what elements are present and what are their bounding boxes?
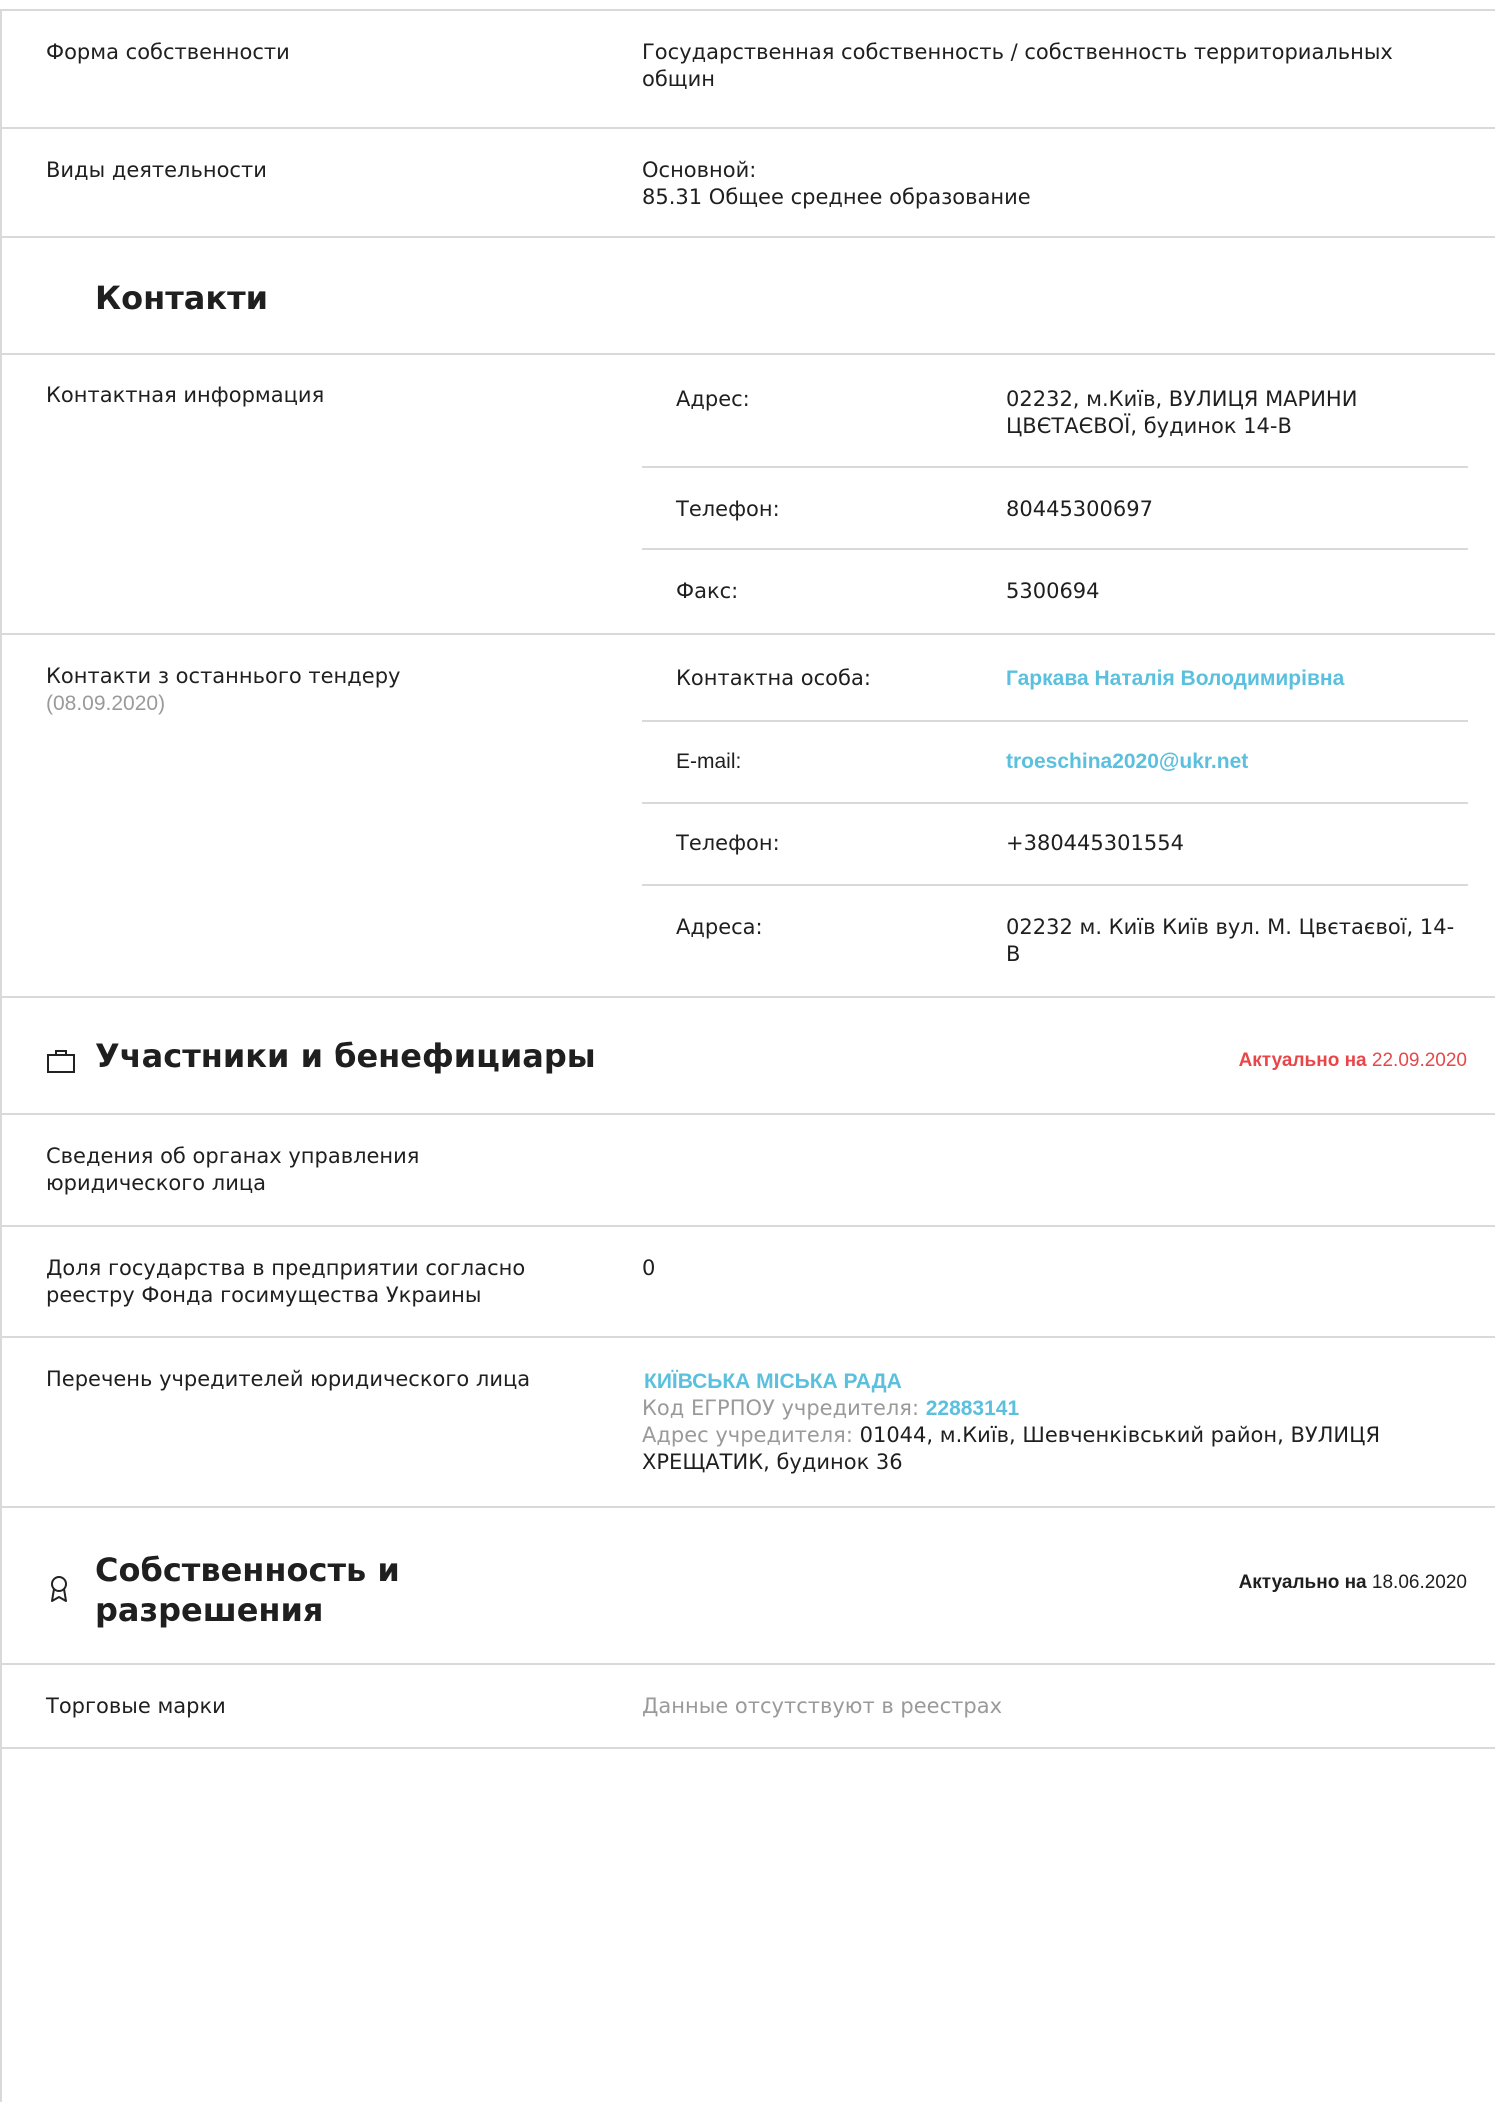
fax-label: Факс: xyxy=(676,579,739,603)
tender-address-value: 02232 м. Київ Київ вул. М. Цвєтаєвої, 14… xyxy=(1006,915,1455,966)
divider xyxy=(642,802,1468,804)
tender-address-label: Адреса: xyxy=(676,915,763,939)
participants-title: Участники и бенефициары xyxy=(95,1037,596,1075)
divider xyxy=(642,466,1468,468)
address-label: Адрес: xyxy=(676,387,750,411)
award-icon xyxy=(46,1574,72,1608)
founder-code-line: Код ЕГРПОУ учредителя: 22883141 xyxy=(642,1395,1019,1422)
property-section-header: Собственность и разрешения Актуально на … xyxy=(2,1508,1495,1665)
ownership-row: Форма собственности Государственная собс… xyxy=(2,9,1495,129)
actual-date: 18.06.2020 xyxy=(1371,1572,1467,1593)
email-label: E-mail: xyxy=(676,750,742,773)
tender-phone-label: Телефон: xyxy=(676,831,780,855)
founder-name-link[interactable]: КИЇВСЬКА МІСЬКА РАДА xyxy=(644,1368,902,1395)
briefcase-icon xyxy=(46,1048,76,1078)
participants-actual: Актуально на 22.09.2020 xyxy=(1239,1050,1467,1072)
founder-address-label: Адрес учредителя: xyxy=(642,1423,853,1447)
contact-info-label: Контактная информация xyxy=(46,383,325,407)
activities-value: 85.31 Общее среднее образование xyxy=(642,185,1031,209)
property-title: Собственность и разрешения xyxy=(95,1551,400,1629)
contact-info-row: Контактная информация Адрес: 02232, м.Ки… xyxy=(2,355,1495,635)
fax-value: 5300694 xyxy=(1006,579,1100,603)
ownership-label: Форма собственности xyxy=(46,40,290,64)
tender-date: (08.09.2020) xyxy=(46,692,166,715)
founders-row: Перечень учредителей юридического лица К… xyxy=(2,1338,1495,1508)
divider xyxy=(642,884,1468,886)
divider xyxy=(642,548,1468,550)
email-link[interactable]: troeschina2020@ukr.net xyxy=(1006,748,1248,775)
ownership-value: Государственная собственность / собствен… xyxy=(642,40,1393,91)
property-actual: Актуально на 18.06.2020 xyxy=(1239,1572,1467,1594)
tender-phone-value: +380445301554 xyxy=(1006,831,1184,855)
trademarks-row: Торговые марки Данные отсутствуют в реес… xyxy=(2,1665,1495,1749)
phone-label: Телефон: xyxy=(676,497,780,521)
page-frame: Форма собственности Государственная собс… xyxy=(0,9,1495,2102)
governance-row: Сведения об органах управления юридическ… xyxy=(2,1115,1495,1227)
trademarks-label: Торговые марки xyxy=(46,1694,226,1718)
tender-contacts-label: Контакти з останнього тендеру xyxy=(46,664,401,688)
actual-date: 22.09.2020 xyxy=(1371,1050,1467,1071)
actual-label: Актуально на xyxy=(1238,1572,1367,1593)
trademarks-value: Данные отсутствуют в реестрах xyxy=(642,1694,1002,1718)
state-share-row: Доля государства в предприятии согласно … xyxy=(2,1227,1495,1338)
activities-label: Виды деятельности xyxy=(46,158,267,182)
phone-value: 80445300697 xyxy=(1006,497,1153,521)
founder-code-label: Код ЕГРПОУ учредителя: xyxy=(642,1396,920,1420)
participants-section-header: Участники и бенефициары Актуально на 22.… xyxy=(2,998,1495,1115)
contacts-title: Контакти xyxy=(95,279,269,317)
founder-code-link[interactable]: 22883141 xyxy=(926,1397,1019,1420)
contacts-section-header: Контакти xyxy=(2,238,1495,355)
governance-label: Сведения об органах управления юридическ… xyxy=(46,1144,420,1195)
activities-main-label: Основной: xyxy=(642,158,757,182)
founder-address-line: Адрес учредителя: 01044, м.Київ, Шевченк… xyxy=(642,1422,1442,1476)
contact-person-label: Контактна особа: xyxy=(676,666,871,690)
activities-row: Виды деятельности Основной: 85.31 Общее … xyxy=(2,129,1495,238)
founders-label: Перечень учредителей юридического лица xyxy=(46,1367,531,1391)
tender-contacts-row: Контакти з останнього тендеру (08.09.202… xyxy=(2,635,1495,998)
divider xyxy=(642,720,1468,722)
address-value: 02232, м.Київ, ВУЛИЦЯ МАРИНИ ЦВЄТАЄВОЇ, … xyxy=(1006,387,1358,438)
state-share-label: Доля государства в предприятии согласно … xyxy=(46,1256,526,1307)
actual-label: Актуально на xyxy=(1238,1050,1367,1071)
contact-person-link[interactable]: Гаркава Наталія Володимирівна xyxy=(1006,665,1344,692)
state-share-value: 0 xyxy=(642,1256,656,1280)
